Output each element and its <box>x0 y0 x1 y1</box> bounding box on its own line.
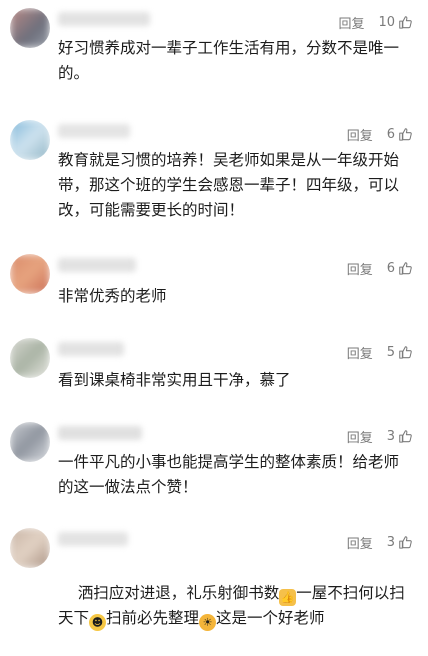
comment-actions: 回复 10 <box>338 12 412 32</box>
thumbs-up-icon <box>399 346 412 359</box>
like-count: 6 <box>386 126 395 142</box>
thumbs-up-icon <box>399 262 412 275</box>
comment-item: 回复 6 教育就是习惯的培养！吴老师如果是从一年级开始带，那这个班的学生会感恩一… <box>0 120 428 230</box>
reply-button[interactable]: 回复 <box>347 427 373 446</box>
username-blurred[interactable] <box>58 124 130 138</box>
thumbs-up-icon <box>399 536 412 549</box>
like-count: 6 <box>386 260 395 276</box>
comment-item: 回复 6 非常优秀的老师 <box>0 254 428 314</box>
username-blurred[interactable] <box>58 258 136 272</box>
like-count: 3 <box>386 534 395 550</box>
username-blurred[interactable] <box>58 12 150 26</box>
like-button[interactable]: 6 <box>387 127 412 142</box>
like-button[interactable]: 3 <box>387 535 412 550</box>
thumbs-up-icon <box>399 16 412 29</box>
like-count: 3 <box>386 428 395 444</box>
comment-text: 洒扫应对进退，礼乐射御书数 👍 一屋不扫何以扫天下 ☻ 扫前必先整理 ☀ 这是一个好老师 <box>58 556 408 656</box>
like-button[interactable]: 10 <box>378 15 412 30</box>
avatar[interactable] <box>10 254 50 294</box>
comment-text: 教育就是习惯的培养！吴老师如果是从一年级开始带，那这个班的学生会感恩一辈子！四年… <box>58 151 400 219</box>
comment-text-part: 这是一个好老师 <box>216 609 325 627</box>
thumbs-up-icon <box>399 128 412 141</box>
username-blurred[interactable] <box>58 426 142 440</box>
comment-item: 回复 3 洒扫应对进退，礼乐射御书数 👍 一屋不扫何以扫天下 ☻ 扫前必先整理 ☀ 这是一个… <box>0 528 428 631</box>
like-count: 5 <box>386 344 395 360</box>
avatar[interactable] <box>10 120 50 160</box>
comment-item: 回复 10 好习惯养成对一辈子工作生活有用，分数不是唯一的。 <box>0 8 428 98</box>
comment-text: 非常优秀的老师 <box>58 287 167 305</box>
username-blurred[interactable] <box>58 532 128 546</box>
comment-text-part: 扫前必先整理 <box>106 609 200 627</box>
like-button[interactable]: 5 <box>387 345 412 360</box>
avatar[interactable] <box>10 8 50 48</box>
comment-actions: 回复 6 <box>347 124 412 144</box>
reply-button[interactable]: 回复 <box>338 13 364 32</box>
comment-text: 看到课桌椅非常实用且干净，慕了 <box>58 371 291 389</box>
comment-item: 回复 5 看到课桌椅非常实用且干净，慕了 <box>0 338 428 398</box>
avatar[interactable] <box>10 528 50 568</box>
comment-actions: 回复 3 <box>347 532 412 552</box>
reply-button[interactable]: 回复 <box>347 533 373 552</box>
thumbs-up-emoji-icon: 👍 <box>279 589 297 606</box>
comment-actions: 回复 5 <box>347 342 412 362</box>
thumbs-up-icon <box>399 430 412 443</box>
sun-emoji-icon: ☀ <box>199 614 217 631</box>
reply-button[interactable]: 回复 <box>347 259 373 278</box>
reply-button[interactable]: 回复 <box>347 343 373 362</box>
avatar[interactable] <box>10 338 50 378</box>
like-button[interactable]: 3 <box>387 429 412 444</box>
like-button[interactable]: 6 <box>387 261 412 276</box>
like-count: 10 <box>378 14 395 30</box>
comment-text: 好习惯养成对一辈子工作生活有用，分数不是唯一的。 <box>58 39 400 82</box>
username-blurred[interactable] <box>58 342 124 356</box>
comment-actions: 回复 6 <box>347 258 412 278</box>
grinning-emoji-icon: ☻ <box>89 614 107 631</box>
avatar[interactable] <box>10 422 50 462</box>
reply-button[interactable]: 回复 <box>347 125 373 144</box>
comment-item: 回复 3 一件平凡的小事也能提高学生的整体素质！给老师的这一做法点个赞！ <box>0 422 428 502</box>
comment-actions: 回复 3 <box>347 426 412 446</box>
comment-text: 一件平凡的小事也能提高学生的整体素质！给老师的这一做法点个赞！ <box>58 453 400 496</box>
comment-text-part: 洒扫应对进退，礼乐射御书数 <box>77 584 280 602</box>
